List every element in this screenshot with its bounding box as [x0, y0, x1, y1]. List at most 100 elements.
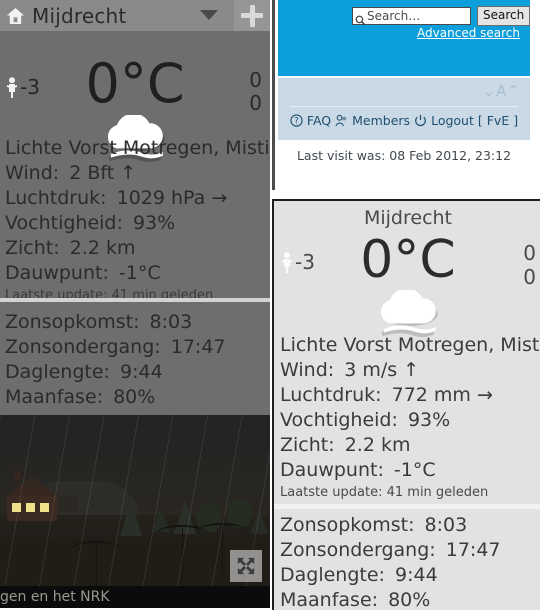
light-widget-details: Lichte Vorst Motregen, Mistig Wind: 3 m/…: [280, 333, 540, 501]
page-title: Mijdrecht: [32, 3, 127, 28]
members-link[interactable]: Members: [352, 113, 410, 128]
wind-direction-icon: ↑: [120, 162, 137, 184]
expand-arrows-icon[interactable]: [230, 550, 262, 582]
search-button[interactable]: Search: [477, 6, 531, 26]
moonphase-value: 80%: [388, 589, 431, 610]
search-input[interactable]: Search…: [352, 7, 471, 25]
current-user: [ FvE ]: [477, 113, 519, 128]
wind-row: Wind: 2 Bft ↑: [5, 161, 268, 186]
sunrise-row: Zonsopkomst: 8:03: [5, 310, 268, 335]
divider: [274, 504, 540, 509]
sunset-row: Zonsondergang: 17:47: [5, 335, 268, 360]
widget-titlebar: Mijdrecht: [0, 0, 270, 31]
pressure-label: Luchtdruk:: [280, 384, 382, 406]
chevron-down-icon[interactable]: [200, 10, 218, 20]
wind-value: 3 m/s: [344, 359, 398, 381]
last-visit-text: Last visit was: 08 Feb 2012, 23:12: [296, 148, 512, 163]
sunset-value: 17:47: [445, 539, 501, 561]
sunrise-value: 8:03: [149, 311, 193, 333]
dewpoint-value: -1°C: [118, 262, 161, 284]
browser-edge: [270, 0, 278, 200]
visibility-label: Zicht:: [280, 434, 335, 456]
home-icon[interactable]: [6, 7, 25, 25]
dewpoint-label: Dauwpunt:: [280, 459, 384, 481]
members-icon: [335, 114, 348, 127]
forum-banner: Search… Search Advanced search: [278, 0, 531, 76]
precip-bottom-value: 0: [523, 265, 536, 289]
temperature-value: 0°C: [85, 52, 185, 115]
pressure-trend-icon: →: [476, 384, 493, 406]
last-update-label: Laatste update:: [280, 485, 383, 500]
magnifier-icon: [355, 11, 366, 25]
precip-bottom-value: 0: [249, 91, 262, 115]
wind-row: Wind: 3 m/s ↑: [280, 358, 540, 383]
plus-bar-vertical: [249, 4, 255, 27]
wind-direction-icon: ↑: [403, 359, 420, 381]
forum-navbar: ? FAQ Members Logout [ FvE ]: [278, 106, 530, 140]
sunrise-row: Zonsopkomst: 8:03: [280, 513, 540, 538]
font-size-control[interactable]: ⌄A⌃: [483, 82, 521, 100]
moonphase-row: Maanfase: 80%: [5, 385, 268, 410]
weather-description: Lichte Vorst Motregen, Mistig: [5, 137, 270, 159]
temperature-value: 0°C: [360, 230, 456, 290]
humidity-value: 93%: [407, 409, 451, 431]
dark-weather-widget: Mijdrecht -3 0°C 0 0 Lichte Vorst Motreg…: [0, 0, 270, 415]
wind-label: Wind:: [280, 359, 335, 381]
dewpoint-label: Dauwpunt:: [5, 262, 109, 284]
last-update-value: 41 min geleden: [386, 485, 489, 500]
daylength-row: Daglengte: 9:44: [280, 563, 540, 588]
faq-link[interactable]: FAQ: [307, 113, 331, 128]
dewpoint-row: Dauwpunt: -1°C: [280, 458, 540, 483]
weather-description: Lichte Vorst Motregen, Mistig: [280, 334, 540, 356]
sunset-value: 17:47: [170, 336, 226, 358]
visibility-value: 2.2 km: [344, 434, 411, 456]
light-weather-widget: Mijdrecht -3 0°C 0 0 Lichte Vorst Motreg…: [272, 199, 540, 610]
sunrise-label: Zonsopkomst:: [5, 311, 140, 333]
page-title: Mijdrecht: [363, 207, 453, 229]
sunset-label: Zonsondergang:: [5, 336, 161, 358]
sunset-row: Zonsondergang: 17:47: [280, 538, 540, 563]
pressure-label: Luchtdruk:: [5, 187, 107, 209]
pressure-row: Luchtdruk: 1029 hPa →: [5, 186, 268, 211]
daylength-row: Daglengte: 9:44: [5, 360, 268, 385]
logout-link[interactable]: Logout: [431, 113, 474, 128]
daylength-value: 9:44: [120, 361, 163, 383]
pressure-trend-icon: →: [211, 187, 228, 209]
svg-text:?: ?: [294, 117, 299, 127]
window-border: [272, 0, 275, 190]
daylength-label: Daglengte:: [280, 564, 385, 586]
divider: [290, 106, 518, 107]
dark-widget-astro: Zonsopkomst: 8:03 Zonsondergang: 17:47 D…: [5, 310, 268, 410]
light-widget-astro: Zonsopkomst: 8:03 Zonsondergang: 17:47 D…: [280, 513, 540, 610]
moonphase-row: Maanfase: 80%: [280, 588, 540, 610]
moonphase-label: Maanfase:: [5, 386, 104, 408]
moonphase-value: 80%: [113, 386, 156, 408]
precip-top-value: 0: [523, 241, 536, 265]
question-mark-icon: ?: [290, 114, 303, 127]
humidity-label: Vochtigheid:: [5, 212, 123, 234]
screen: Mijdrecht -3 0°C 0 0 Lichte Vorst Motreg…: [0, 0, 540, 610]
forum-links: ? FAQ Members Logout [ FvE ]: [278, 113, 530, 128]
background-photo[interactable]: gen en het NRK: [0, 415, 270, 608]
pressure-row: Luchtdruk: 772 mm →: [280, 383, 540, 408]
plus-icon[interactable]: [234, 0, 270, 31]
dewpoint-row: Dauwpunt: -1°C: [5, 261, 268, 286]
visibility-row: Zicht: 2.2 km: [280, 433, 540, 458]
advanced-search-link[interactable]: Advanced search: [417, 26, 520, 40]
power-icon: [414, 114, 427, 127]
photo-caption: gen en het NRK: [0, 586, 270, 608]
pressure-value: 1029 hPa: [116, 187, 206, 209]
humidity-value: 93%: [132, 212, 176, 234]
daylength-label: Daglengte:: [5, 361, 110, 383]
visibility-row: Zicht: 2.2 km: [5, 236, 268, 261]
humidity-row: Vochtigheid: 93%: [280, 408, 540, 433]
visibility-label: Zicht:: [5, 237, 60, 259]
humidity-label: Vochtigheid:: [280, 409, 398, 431]
pressure-value: 772 mm: [391, 384, 471, 406]
divider: [0, 298, 270, 302]
visibility-value: 2.2 km: [69, 237, 136, 259]
forum-toolbar: ⌄A⌃: [278, 78, 530, 106]
last-update-row: Laatste update: 41 min geleden: [280, 485, 540, 501]
daylength-value: 9:44: [395, 564, 438, 586]
sunset-label: Zonsondergang:: [280, 539, 436, 561]
